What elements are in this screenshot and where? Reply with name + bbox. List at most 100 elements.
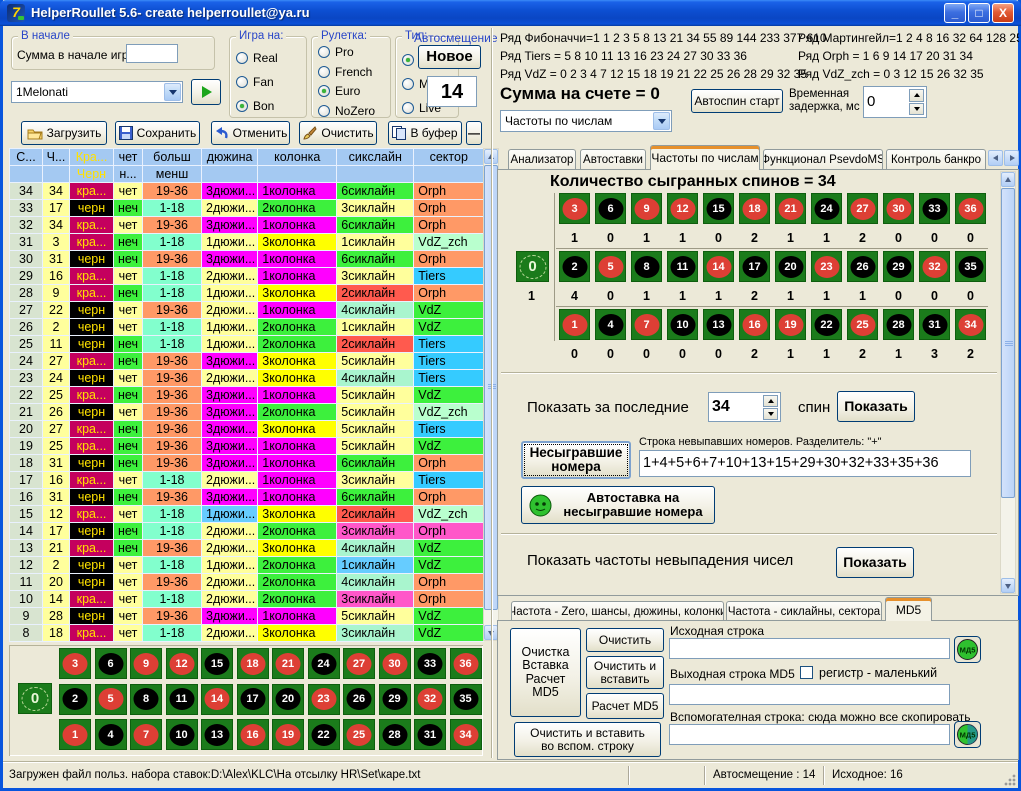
toolbar-brush-button[interactable]: Очистить xyxy=(299,121,377,145)
column-header[interactable] xyxy=(414,166,484,183)
toolbar-folder-open-button[interactable]: Загрузить xyxy=(21,121,107,145)
board-cell-27[interactable]: 27 xyxy=(343,648,375,679)
column-header[interactable]: С... xyxy=(10,149,43,166)
md5-stack-button[interactable]: Очистка Вставка Расчет MD5 xyxy=(510,628,581,717)
scroll-up-icon[interactable] xyxy=(1001,172,1015,187)
missed-list-field[interactable]: 1+4+5+6+7+10+13+15+29+30+32+33+35+36 xyxy=(639,450,971,477)
radio-real[interactable]: Real xyxy=(236,51,278,65)
board-cell-31[interactable]: 31 xyxy=(414,719,446,750)
board-cell-17[interactable]: 17 xyxy=(237,684,269,715)
preset-combo[interactable]: 1Melonati xyxy=(11,81,183,103)
maximize-button[interactable]: □ xyxy=(968,3,990,23)
tab-main-4[interactable]: Функционал PsevdoMS xyxy=(763,149,883,170)
panel-scrollbar-thumb[interactable] xyxy=(1001,188,1015,498)
tab-main-5[interactable]: Контроль банкро xyxy=(886,149,986,170)
column-header[interactable]: Черн xyxy=(70,166,114,183)
source-string-field[interactable] xyxy=(669,638,950,659)
column-header[interactable] xyxy=(337,166,414,183)
tab-main-1[interactable]: Анализатор xyxy=(508,149,576,170)
show-not-hit-button[interactable]: Показать xyxy=(836,547,914,578)
column-header[interactable]: чет xyxy=(114,149,143,166)
board-cell-33[interactable]: 33 xyxy=(414,648,446,679)
column-header[interactable]: Кра... xyxy=(70,149,114,166)
toolbar-floppy-button[interactable]: Сохранить xyxy=(115,121,200,145)
board-cell-8[interactable]: 8 xyxy=(130,684,162,715)
board-cell-21[interactable]: 21 xyxy=(272,648,304,679)
board-cell-5[interactable]: 5 xyxy=(95,684,127,715)
scroll-down-icon[interactable] xyxy=(1001,578,1015,593)
board-cell-22[interactable]: 22 xyxy=(308,719,340,750)
clear-button[interactable]: Очистить xyxy=(586,628,664,652)
board-cell-36[interactable]: 36 xyxy=(450,648,482,679)
chevron-down-icon[interactable] xyxy=(653,112,670,130)
tab-scroll-left-icon[interactable] xyxy=(988,150,1003,166)
board-cell-4[interactable]: 4 xyxy=(95,719,127,750)
aux-string-field[interactable] xyxy=(669,724,950,745)
board-cell-16[interactable]: 16 xyxy=(237,719,269,750)
lowercase-checkbox[interactable] xyxy=(800,666,813,679)
clear-paste-aux-button[interactable]: Очистить и вставить во вспом. строку xyxy=(514,722,661,757)
board-cell-3[interactable]: 3 xyxy=(59,648,91,679)
radio-fan[interactable]: Fan xyxy=(236,75,274,89)
board-cell-2[interactable]: 2 xyxy=(59,684,91,715)
board-cell-18[interactable]: 18 xyxy=(237,648,269,679)
column-header[interactable]: колонка xyxy=(258,149,337,166)
resize-grip[interactable] xyxy=(1004,774,1016,786)
minimize-button[interactable]: _ xyxy=(944,3,966,23)
radio-bon[interactable]: Bon xyxy=(236,99,274,113)
column-header[interactable] xyxy=(43,166,70,183)
radio-euro[interactable]: Euro xyxy=(318,84,360,98)
board-cell-30[interactable]: 30 xyxy=(379,648,411,679)
board-cell-25[interactable]: 25 xyxy=(343,719,375,750)
clear-paste-button[interactable]: Очистить и вставить xyxy=(586,656,664,689)
close-button[interactable]: X xyxy=(992,3,1014,23)
panel-scrollbar[interactable] xyxy=(1000,171,1016,594)
tab-bottom-1[interactable]: Частота - Zero, шансы, дюжины, колонки xyxy=(511,601,724,621)
tab-bottom-2[interactable]: Частота - сиклайны, сектора xyxy=(726,601,882,621)
board-cell-15[interactable]: 15 xyxy=(201,648,233,679)
board-cell-10[interactable]: 10 xyxy=(166,719,198,750)
column-header[interactable]: менш xyxy=(143,166,202,183)
board-cell-13[interactable]: 13 xyxy=(201,719,233,750)
calc-md5-button[interactable]: Расчет MD5 xyxy=(586,693,664,719)
spin-down-icon[interactable] xyxy=(763,408,778,420)
md5-icon[interactable]: МД5 xyxy=(954,721,981,748)
output-string-field[interactable] xyxy=(669,684,950,705)
radio-pro[interactable]: Pro xyxy=(318,45,354,59)
board-cell-34[interactable]: 34 xyxy=(450,719,482,750)
board-cell-6[interactable]: 6 xyxy=(95,648,127,679)
column-header[interactable]: дюжина xyxy=(202,149,258,166)
board-cell-26[interactable]: 26 xyxy=(343,684,375,715)
radio-french[interactable]: French xyxy=(318,65,372,79)
chevron-down-icon[interactable] xyxy=(164,83,181,101)
delay-spinner[interactable]: 0 xyxy=(863,86,927,118)
board-cell-9[interactable]: 9 xyxy=(130,648,162,679)
column-header[interactable]: н... xyxy=(114,166,143,183)
show-last-spinner[interactable]: 34 xyxy=(708,392,781,422)
autospin-start-button[interactable]: Автоспин старт xyxy=(691,89,783,113)
column-header[interactable] xyxy=(10,166,43,183)
board-cell-11[interactable]: 11 xyxy=(166,684,198,715)
column-header[interactable]: больш xyxy=(143,149,202,166)
board-cell-23[interactable]: 23 xyxy=(308,684,340,715)
board-cell-29[interactable]: 29 xyxy=(379,684,411,715)
spin-down-icon[interactable] xyxy=(909,103,924,116)
toolbar-minus-button[interactable]: — xyxy=(466,121,482,145)
board-cell-32[interactable]: 32 xyxy=(414,684,446,715)
column-header[interactable]: сектор xyxy=(414,149,484,166)
board-cell-12[interactable]: 12 xyxy=(166,648,198,679)
board-cell-1[interactable]: 1 xyxy=(59,719,91,750)
md5-icon[interactable]: МД5 xyxy=(954,636,981,663)
tab-main-2[interactable]: Автоставки xyxy=(580,149,646,170)
column-header[interactable]: сикслайн xyxy=(337,149,414,166)
mode-combo[interactable]: Частоты по числам xyxy=(500,110,672,132)
radio-nozero[interactable]: NoZero xyxy=(318,104,375,118)
tab-scroll-right-icon[interactable] xyxy=(1004,150,1019,166)
autoshift-value[interactable]: 14 xyxy=(427,76,477,107)
board-cell-24[interactable]: 24 xyxy=(308,648,340,679)
tab-bottom-3[interactable]: MD5 xyxy=(885,597,932,621)
board-cell-14[interactable]: 14 xyxy=(201,684,233,715)
tab-main-3[interactable]: Частоты по числам xyxy=(650,145,760,170)
start-sum-input[interactable] xyxy=(126,44,178,63)
spin-up-icon[interactable] xyxy=(763,395,778,407)
